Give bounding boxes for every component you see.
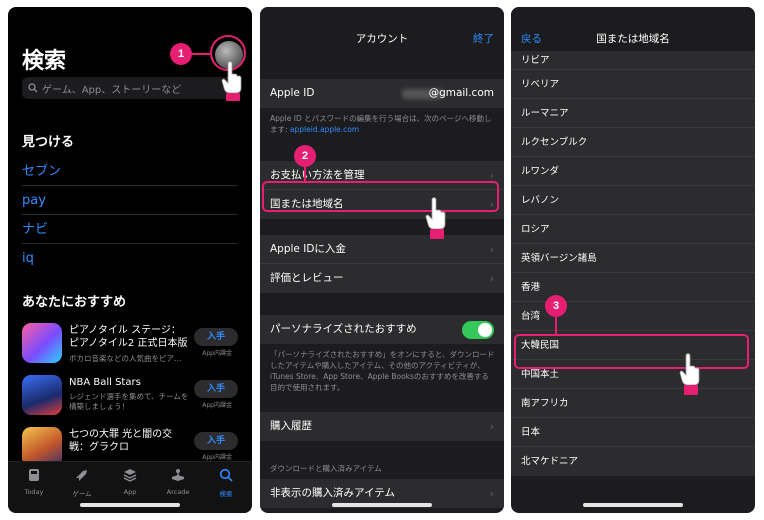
tab-label: 検索 — [219, 490, 233, 498]
step-connector — [304, 167, 306, 182]
apple-id-value: @gmail.com — [428, 87, 494, 99]
home-indicator — [583, 503, 683, 507]
nav-title: アカウント — [355, 33, 409, 45]
chevron-right-icon: › — [489, 487, 494, 500]
home-indicator — [80, 503, 180, 507]
tab-arcade[interactable]: Arcade — [154, 467, 202, 496]
discover-item[interactable]: pay — [22, 186, 238, 215]
app-row[interactable]: ピアノタイル ステージ：ピアノタイル2 正式日本版 ボカロ音楽などの人気曲をピア… — [22, 323, 244, 371]
chevron-right-icon: › — [489, 243, 494, 256]
step-badge: 1 — [170, 43, 192, 65]
apple-id-note: Apple ID とパスワードの編集を行う場合は、次のページへ移動します: ap… — [270, 114, 492, 134]
purchase-history-row[interactable]: 購入履歴 › — [260, 412, 504, 441]
step-connector — [555, 317, 557, 334]
recommend-heading: あなたにおすすめ — [22, 295, 127, 310]
layers-icon — [123, 469, 137, 482]
search-placeholder: ゲーム、App、ストーリーなど — [42, 84, 182, 96]
highlight-korea-row — [514, 334, 749, 369]
search-input[interactable]: ゲーム、App、ストーリーなど — [22, 77, 238, 99]
personalize-row: パーソナライズされたおすすめ — [260, 315, 504, 344]
done-button[interactable]: 終了 — [473, 31, 494, 46]
page-title: 検索 — [22, 49, 67, 74]
add-funds-row[interactable]: Apple IDに入金 › — [260, 235, 504, 264]
discover-item[interactable]: セブン — [22, 157, 238, 186]
discover-list: セブン pay ナビ iq — [22, 157, 238, 273]
history-group: 購入履歴 › — [260, 412, 504, 441]
in-app-purchase-label: App内課金 — [202, 454, 232, 461]
country-item[interactable]: リビア — [511, 51, 755, 70]
apple-id-row[interactable]: Apple ID @gmail.com — [260, 79, 504, 108]
downloads-caption: ダウンロードと購入済みアイテム — [270, 464, 382, 473]
phone-account-screen: アカウント 終了 Apple ID @gmail.com Apple ID とパ… — [260, 7, 504, 513]
country-list: リビア リベリア ルーマニア ルクセンブルク ルワンダ レバノン ロシア 英領バ… — [511, 51, 755, 476]
today-icon — [29, 469, 39, 481]
phone-country-screen: 戻る 国または地域名 リビア リベリア ルーマニア ルクセンブルク ルワンダ レ… — [511, 7, 755, 513]
phone-search-screen: 検索 ゲーム、App、ストーリーなど 見つける セブン pay ナビ iq あな… — [8, 7, 252, 513]
tab-label: Today — [24, 488, 44, 496]
app-subtitle: ボカロ音楽などの人気曲をピア… — [69, 354, 182, 363]
tab-label: ゲーム — [72, 490, 92, 498]
app-row[interactable]: NBA Ball Stars レジェンド選手を集めて、チームを構築しましょう！ … — [22, 375, 244, 423]
app-icon — [22, 323, 62, 363]
get-button[interactable]: 入手 — [194, 380, 238, 398]
discover-item[interactable]: ナビ — [22, 215, 238, 244]
arcade-icon — [172, 469, 184, 481]
tab-app[interactable]: App — [106, 467, 154, 496]
personalize-group: パーソナライズされたおすすめ — [260, 315, 504, 344]
chevron-right-icon: › — [489, 420, 494, 433]
app-name: NBA Ball Stars — [69, 377, 141, 388]
nav-bar: アカウント 終了 — [260, 7, 504, 69]
app-name: ピアノタイル ステージ：ピアノタイル2 正式日本版 — [69, 325, 188, 349]
apple-id-group: Apple ID @gmail.com — [260, 79, 504, 108]
apple-id-link[interactable]: appleid.apple.com — [290, 125, 359, 134]
get-button[interactable]: 入手 — [194, 328, 238, 346]
country-item[interactable]: ルーマニア — [511, 99, 755, 128]
tab-search[interactable]: 検索 — [202, 467, 250, 498]
search-icon — [28, 83, 38, 93]
tab-label: App — [123, 488, 137, 496]
hand-pointer-icon — [424, 196, 448, 244]
funds-group: Apple IDに入金 › 評価とレビュー › — [260, 235, 504, 293]
highlight-country-row — [262, 181, 499, 212]
country-item[interactable]: 北マケドニア — [511, 447, 755, 476]
apple-id-label: Apple ID — [270, 87, 315, 99]
home-indicator — [332, 503, 432, 507]
country-item[interactable]: レバノン — [511, 186, 755, 215]
country-item[interactable]: ルクセンブルク — [511, 128, 755, 157]
country-item[interactable]: ルワンダ — [511, 157, 755, 186]
step-connector — [192, 53, 210, 55]
rocket-icon — [76, 470, 87, 481]
chevron-right-icon: › — [489, 272, 494, 285]
app-icon — [22, 375, 62, 415]
country-item[interactable]: 南アフリカ — [511, 389, 755, 418]
nav-title: 国または地域名 — [596, 33, 670, 45]
country-item[interactable]: リベリア — [511, 70, 755, 99]
hand-pointer-icon — [220, 60, 244, 106]
personalize-toggle[interactable] — [462, 321, 494, 339]
app-subtitle: レジェンド選手を集めて、チームを構築しましょう！ — [69, 392, 189, 411]
discover-item[interactable]: iq — [22, 244, 238, 273]
tab-games[interactable]: ゲーム — [58, 467, 106, 498]
tab-today[interactable]: Today — [10, 467, 58, 496]
nav-bar: 戻る 国または地域名 — [511, 7, 755, 51]
country-item[interactable]: 日本 — [511, 418, 755, 447]
app-name: 七つの大罪 光と闇の交戦：グラクロ — [69, 429, 173, 453]
in-app-purchase-label: App内課金 — [202, 402, 232, 409]
discover-heading: 見つける — [22, 135, 75, 150]
get-button[interactable]: 入手 — [194, 432, 238, 450]
tab-label: Arcade — [166, 488, 190, 496]
personalize-note: 「パーソナライズされたおすすめ」をオンにすると、ダウンロードしたアイテムや購入し… — [270, 350, 495, 392]
country-item[interactable]: ロシア — [511, 215, 755, 244]
country-item[interactable]: 英領バージン諸島 — [511, 244, 755, 273]
hand-pointer-icon — [678, 352, 702, 400]
in-app-purchase-label: App内課金 — [202, 350, 232, 357]
step-badge: 3 — [545, 295, 567, 317]
step-badge: 2 — [294, 145, 316, 167]
ratings-reviews-row[interactable]: 評価とレビュー › — [260, 264, 504, 293]
search-icon — [219, 468, 233, 482]
